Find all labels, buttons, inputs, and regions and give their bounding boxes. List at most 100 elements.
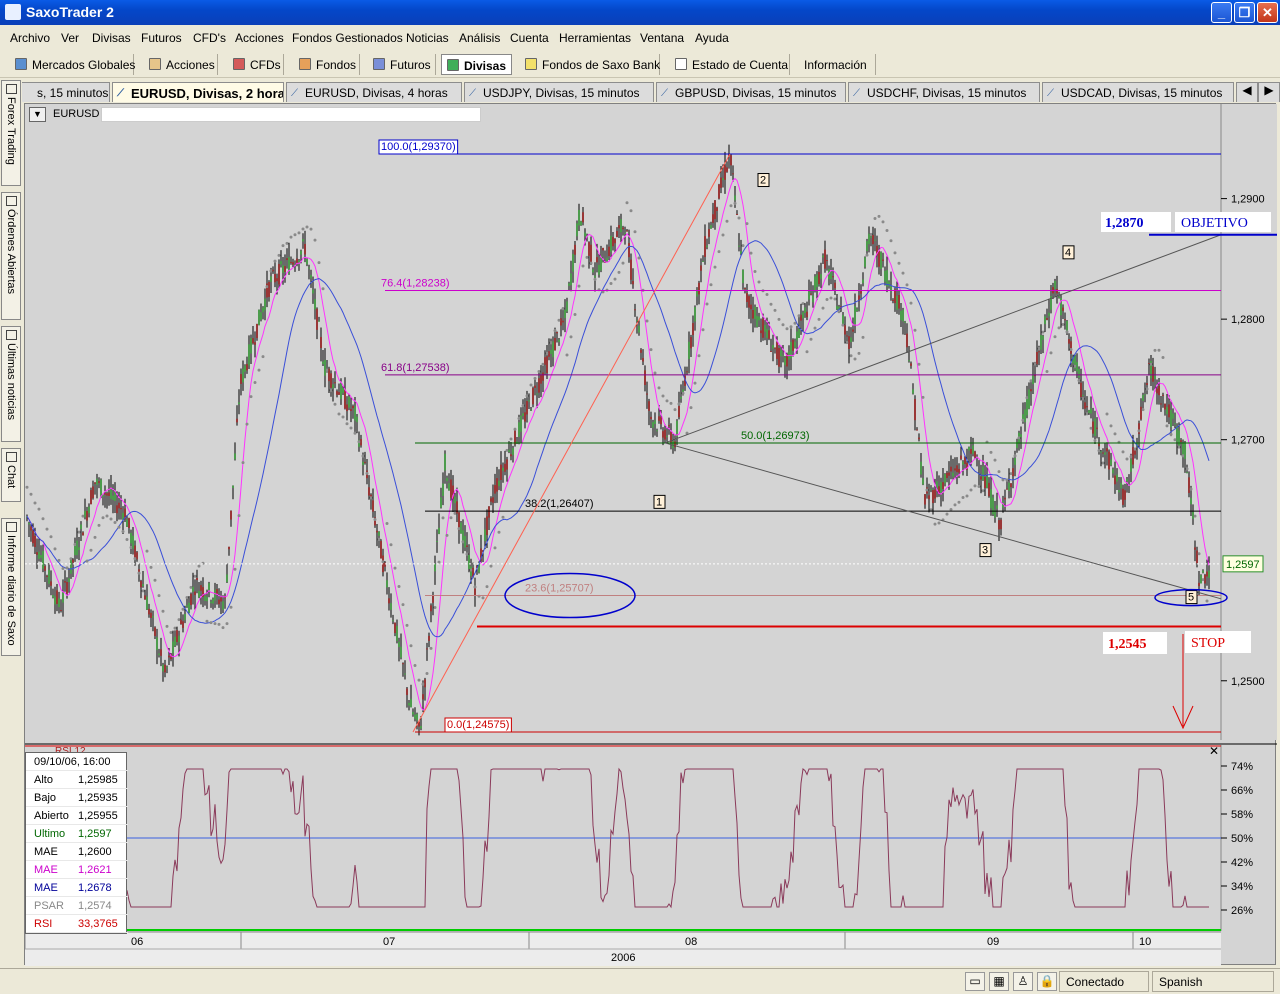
price-chart[interactable]: 100.0(1,29370) 76.4(1,28238) 61.8(1,27538)… xyxy=(25,104,1277,966)
psar-dot xyxy=(885,228,889,232)
candle-body xyxy=(512,447,514,455)
sidetab-ultimas-noticias[interactable]: Últimas noticias xyxy=(1,326,21,442)
psar-dot xyxy=(365,471,369,475)
menu-cuenta[interactable]: Cuenta xyxy=(510,31,549,45)
nav-acciones[interactable]: Acciones xyxy=(144,54,218,75)
tab-chart-gbpusd[interactable]: ⟋ GBPUSD, Divisas, 15 minutos xyxy=(656,82,846,102)
candle-body xyxy=(190,593,192,606)
psar-dot xyxy=(141,589,145,593)
psar-dot xyxy=(325,368,329,372)
candle-body xyxy=(572,254,574,272)
nav-mercados-globales[interactable]: Mercados Globales xyxy=(10,54,135,75)
psar-dot xyxy=(1165,424,1169,428)
candle-body xyxy=(256,324,258,339)
chart-tab-bar: s, 15 minutos ⟋ EURUSD, Divisas, 2 horas … xyxy=(0,81,1280,102)
nav-fondos-saxo-bank[interactable]: Fondos de Saxo Bank xyxy=(520,54,660,75)
candle-body xyxy=(236,418,238,423)
candle-body xyxy=(354,406,356,421)
symbol-dropdown-button[interactable]: ▼ xyxy=(29,107,46,122)
maximize-button[interactable]: ❐ xyxy=(1234,2,1255,23)
language-status[interactable]: Spanish xyxy=(1152,971,1274,992)
candle-body xyxy=(594,275,596,278)
menu-divisas[interactable]: Divisas xyxy=(92,31,131,45)
close-button[interactable]: ✕ xyxy=(1257,2,1278,23)
candle-body xyxy=(1040,335,1042,350)
menu-cfds[interactable]: CFD's xyxy=(193,31,226,45)
nav-informacion[interactable]: Información xyxy=(796,54,876,75)
psar-dot xyxy=(29,492,33,496)
monitor-icon[interactable]: ▭ xyxy=(965,972,985,991)
nav-futuros[interactable]: Futuros xyxy=(368,54,436,75)
menu-futuros[interactable]: Futuros xyxy=(141,31,182,45)
candle-body xyxy=(638,325,640,333)
menu-fondos-gestionados[interactable]: Fondos Gestionados xyxy=(292,31,403,45)
nav-divisas[interactable]: Divisas xyxy=(441,54,512,75)
menu-herramientas[interactable]: Herramientas xyxy=(559,31,631,45)
candle-body xyxy=(868,233,870,245)
minimize-button[interactable]: _ xyxy=(1211,2,1232,23)
candle-body xyxy=(882,259,884,261)
candle-body xyxy=(692,323,694,335)
menu-analisis[interactable]: Análisis xyxy=(459,31,500,45)
psar-dot xyxy=(721,233,725,237)
symbol-search-input[interactable] xyxy=(101,107,481,122)
nav-cfds[interactable]: CFDs xyxy=(228,54,284,75)
psar-dot xyxy=(93,535,97,539)
tab-chart-eurusd-4h[interactable]: ⟋ EURUSD, Divisas, 4 horas xyxy=(286,82,462,102)
data-window-row-label: Bajo xyxy=(34,792,57,804)
psar-dot xyxy=(845,341,849,345)
rsi-close-icon[interactable]: ✕ xyxy=(1209,744,1219,758)
network-icon[interactable]: ♙ xyxy=(1013,972,1033,991)
sidetab-chat[interactable]: Chat xyxy=(1,448,21,502)
psar-dot xyxy=(465,552,469,556)
psar-dot xyxy=(629,209,633,213)
sidetab-informe-diario[interactable]: Informe diario de Saxo xyxy=(1,518,21,656)
lock-icon[interactable]: 🔒 xyxy=(1037,972,1057,991)
candle-body xyxy=(1160,403,1162,405)
psar-dot xyxy=(169,631,173,635)
menu-ventana[interactable]: Ventana xyxy=(640,31,684,45)
candle-body xyxy=(1184,443,1186,459)
data-window-date: 09/10/06, 16:00 xyxy=(34,756,111,768)
menu-noticias[interactable]: Noticias xyxy=(406,31,449,45)
psar-dot xyxy=(1025,396,1029,400)
psar-dot xyxy=(253,381,257,385)
tab-scroll-right-button[interactable]: ▶ xyxy=(1258,82,1280,102)
navigation-bar: Mercados Globales Acciones CFDs Fondos F… xyxy=(0,51,1280,78)
candle-body xyxy=(892,299,894,302)
menu-ver[interactable]: Ver xyxy=(61,31,79,45)
psar-dot xyxy=(189,585,193,589)
candle-body xyxy=(1174,423,1176,425)
grid-icon[interactable]: ▦ xyxy=(989,972,1009,991)
tab-chart-usdchf[interactable]: ⟋ USDCHF, Divisas, 15 minutos xyxy=(848,82,1040,102)
nav-fondos[interactable]: Fondos xyxy=(294,54,360,75)
psar-dot xyxy=(73,542,77,546)
psar-dot xyxy=(1205,599,1209,603)
candle-body xyxy=(306,259,308,265)
candle-body xyxy=(312,289,314,294)
menu-acciones[interactable]: Acciones xyxy=(235,31,284,45)
psar-dot xyxy=(549,341,553,345)
menu-archivo[interactable]: Archivo xyxy=(10,31,50,45)
candle-body xyxy=(984,477,986,488)
candle-body xyxy=(152,616,154,618)
globe-icon xyxy=(15,58,27,70)
psar-dot xyxy=(65,566,69,570)
nav-estado-de-cuenta[interactable]: Estado de Cuenta xyxy=(670,54,790,75)
sidetab-forex-trading[interactable]: Forex Trading xyxy=(1,80,21,186)
candle-body xyxy=(958,468,960,473)
psar-dot xyxy=(689,406,693,410)
candle-body xyxy=(1096,427,1098,429)
tab-chart-usdjpy[interactable]: ⟋ USDJPY, Divisas, 15 minutos xyxy=(464,82,654,102)
tab-chart-0[interactable]: s, 15 minutos xyxy=(20,82,110,102)
candle-body xyxy=(140,580,142,588)
psar-dot xyxy=(1041,330,1045,334)
menu-ayuda[interactable]: Ayuda xyxy=(695,31,729,45)
psar-dot xyxy=(905,283,909,287)
tab-chart-usdcad[interactable]: ⟋ USDCAD, Divisas, 15 minutos xyxy=(1042,82,1234,102)
tab-chart-eurusd-2h[interactable]: ⟋ EURUSD, Divisas, 2 horas xyxy=(112,82,284,102)
tab-scroll-left-button[interactable]: ◀ xyxy=(1236,82,1258,102)
psar-dot xyxy=(1065,330,1069,334)
sidetab-ordenes-abiertas[interactable]: Órdenes Abiertas xyxy=(1,192,21,320)
psar-dot xyxy=(1129,455,1133,459)
